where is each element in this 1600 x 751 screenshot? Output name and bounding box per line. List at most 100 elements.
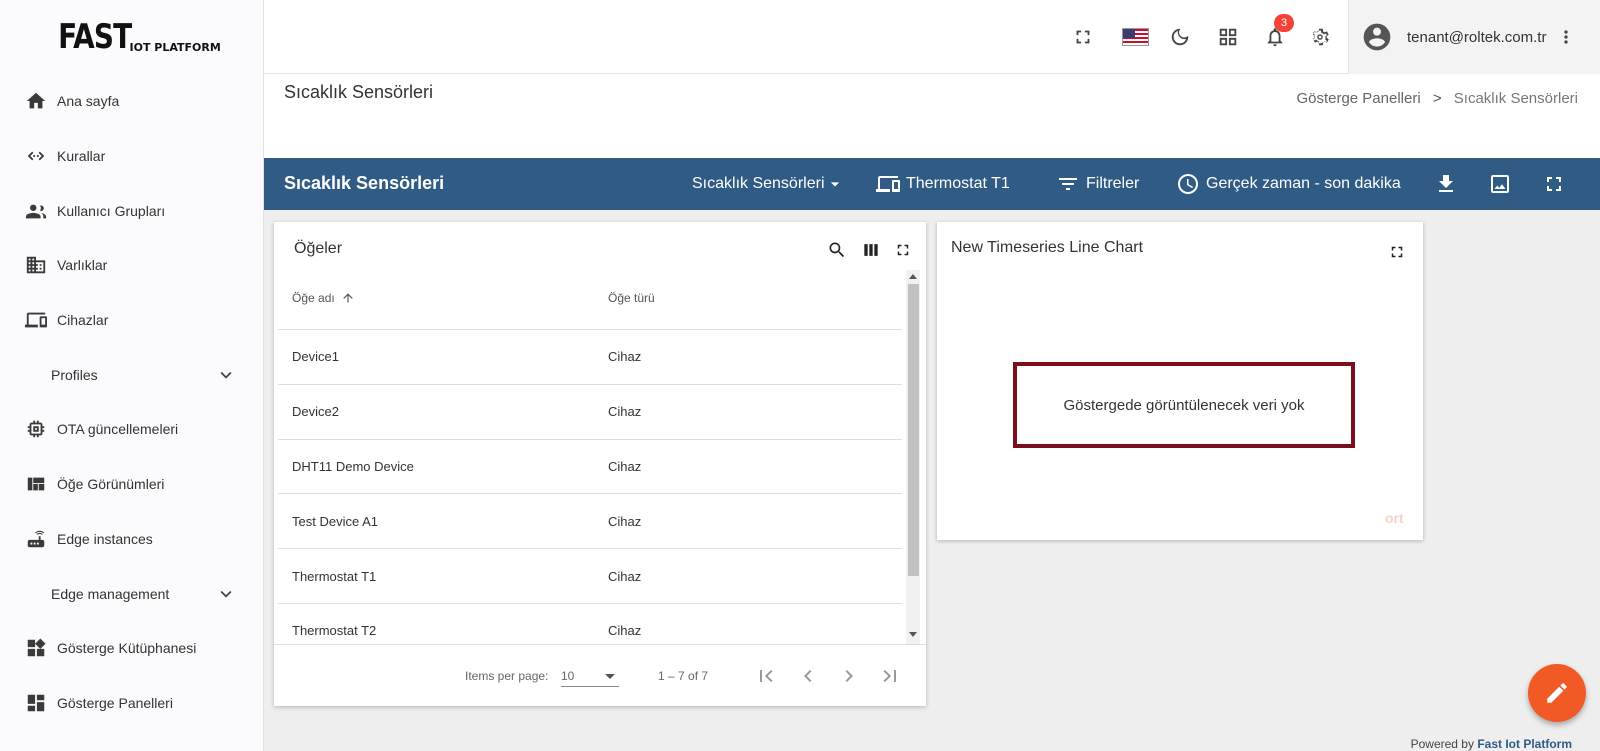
table-paginator: Items per page: 10 1 – 7 of 7 bbox=[274, 644, 926, 706]
sidebar-item-label: Ana sayfa bbox=[57, 93, 120, 110]
view-quilt-icon bbox=[24, 472, 48, 496]
table-viewport[interactable]: Öğe adı Öğe türü Device1 Cihaz Device2 Cih… bbox=[274, 266, 926, 644]
column-header-label: Öğe türü bbox=[608, 290, 655, 305]
sidebar-item-devices[interactable]: Cihazlar bbox=[0, 293, 263, 348]
timewindow-button[interactable]: Gerçek zaman - son dakika bbox=[1176, 158, 1401, 210]
arrow-drop-down-icon bbox=[830, 182, 839, 187]
chevron-down-icon bbox=[220, 590, 232, 598]
widgets-icon bbox=[24, 636, 48, 660]
table-row[interactable]: Thermostat T2 Cihaz bbox=[278, 604, 902, 644]
logo[interactable]: FAST IOT PLATFORM bbox=[0, 0, 263, 74]
fullscreen-icon[interactable] bbox=[1070, 24, 1096, 50]
sort-arrow-up-icon bbox=[343, 292, 353, 303]
cell-type: Cihaz bbox=[608, 513, 642, 529]
sidebar-item-assets[interactable]: Varlıklar bbox=[0, 238, 263, 293]
scroll-down-arrow-icon[interactable] bbox=[909, 632, 917, 637]
cell-type: Cihaz bbox=[608, 349, 642, 365]
column-header-name[interactable]: Öğe adı bbox=[278, 291, 608, 305]
first-page-button[interactable] bbox=[752, 662, 780, 690]
edit-pencil-icon bbox=[1547, 683, 1567, 703]
scroll-up-arrow-icon[interactable] bbox=[909, 274, 917, 279]
chevron-right-icon bbox=[845, 670, 853, 682]
apps-grid-icon[interactable] bbox=[1215, 24, 1241, 50]
page-size-value: 10 bbox=[561, 669, 575, 683]
image-icon bbox=[1491, 175, 1509, 193]
clock-icon bbox=[1178, 174, 1198, 194]
building-icon bbox=[24, 253, 48, 277]
sidebar-item-label: Öğe Görünümleri bbox=[57, 476, 165, 493]
next-page-button[interactable] bbox=[835, 662, 863, 690]
cell-name: Thermostat T2 bbox=[292, 623, 377, 639]
sidebar-item-entity-views[interactable]: Öğe Görünümleri bbox=[0, 457, 263, 512]
sidebar-item-ota-updates[interactable]: OTA güncellemeleri bbox=[0, 402, 263, 457]
entities-table-widget: Öğeler Öğe adı Öğe türü Device1 Cihaz Dev… bbox=[274, 222, 926, 706]
breadcrumb-current: Sıcaklık Sensörleri bbox=[1453, 90, 1578, 107]
table-scrollbar-thumb[interactable] bbox=[908, 284, 919, 576]
user-email: tenant@roltek.com.tr bbox=[1407, 28, 1547, 46]
sidebar-item-label: Varlıklar bbox=[57, 257, 108, 274]
sidebar-item-widget-library[interactable]: Gösterge Kütüphanesi bbox=[0, 621, 263, 676]
sidebar-group-profiles[interactable]: Profiles bbox=[0, 347, 263, 402]
powered-prefix: Powered by bbox=[1410, 737, 1474, 751]
table-row[interactable]: Device2 Cihaz bbox=[278, 385, 902, 440]
devices-icon bbox=[24, 308, 48, 332]
dashboard-fullscreen-button[interactable] bbox=[1542, 158, 1566, 210]
cell-type: Cihaz bbox=[608, 623, 642, 639]
cell-name: Test Device A1 bbox=[292, 513, 378, 529]
edit-dashboard-button[interactable] bbox=[1528, 664, 1586, 722]
cell-type: Cihaz bbox=[608, 568, 642, 584]
page-size-select[interactable]: 10 bbox=[561, 665, 619, 687]
settings-icon[interactable] bbox=[1307, 24, 1333, 50]
sidebar-item-user-groups[interactable]: Kullanıcı Grupları bbox=[0, 183, 263, 238]
state-select-label: Sıcaklık Sensörleri bbox=[692, 175, 825, 192]
more-vert-icon[interactable] bbox=[1556, 25, 1576, 49]
avatar-icon[interactable] bbox=[1361, 21, 1393, 53]
us-flag-icon[interactable] bbox=[1122, 28, 1149, 46]
sidebar-item-home[interactable]: Ana sayfa bbox=[0, 74, 263, 129]
export-image-button[interactable] bbox=[1488, 158, 1512, 210]
page-title: Sıcaklık Sensörleri bbox=[284, 82, 434, 102]
first-page-icon bbox=[760, 670, 773, 682]
fullscreen-icon[interactable] bbox=[1385, 240, 1409, 264]
table-row[interactable]: DHT11 Demo Device Cihaz bbox=[278, 440, 902, 495]
sidebar-item-edge-instances[interactable]: Edge instances bbox=[0, 512, 263, 567]
sidebar-item-label: Gösterge Panelleri bbox=[57, 694, 173, 711]
dropdown-caret-icon bbox=[605, 674, 615, 679]
filters-button[interactable]: Filtreler bbox=[1056, 158, 1139, 210]
chevron-left-icon bbox=[804, 670, 812, 682]
dashboard-icon bbox=[24, 691, 48, 715]
logo-text: FAST bbox=[58, 17, 132, 57]
sidebar-group-edge-management[interactable]: Edge management bbox=[0, 566, 263, 621]
table-row[interactable]: Thermostat T1 Cihaz bbox=[278, 549, 902, 604]
powered-brand-link[interactable]: Fast Iot Platform bbox=[1477, 737, 1572, 751]
user-menu-area[interactable]: tenant@roltek.com.tr bbox=[1348, 0, 1600, 74]
download-button[interactable] bbox=[1434, 158, 1458, 210]
cell-name: Device2 bbox=[292, 404, 339, 420]
notification-badge: 3 bbox=[1274, 14, 1294, 32]
last-page-button[interactable] bbox=[876, 662, 904, 690]
breadcrumb-separator: > bbox=[1432, 90, 1442, 107]
dashboard-state-select[interactable]: Sıcaklık Sensörleri bbox=[692, 158, 845, 210]
previous-page-button[interactable] bbox=[794, 662, 822, 690]
page-range-label: 1 – 7 of 7 bbox=[658, 669, 709, 683]
fullscreen-icon[interactable] bbox=[891, 238, 915, 262]
page-header: Sıcaklık Sensörleri Gösterge Panelleri >… bbox=[264, 74, 1600, 158]
table-row[interactable]: Device1 Cihaz bbox=[278, 330, 902, 385]
user-groups-icon bbox=[24, 199, 48, 223]
fullscreen-icon bbox=[1547, 177, 1561, 191]
table-row[interactable]: Test Device A1 Cihaz bbox=[278, 494, 902, 550]
dark-mode-icon[interactable] bbox=[1167, 24, 1193, 50]
sidebar-item-label: OTA güncellemeleri bbox=[57, 421, 179, 438]
sidebar-item-rules[interactable]: Kurallar bbox=[0, 129, 263, 184]
no-data-message: Göstergede görüntülenecek veri yok bbox=[1013, 362, 1355, 448]
entity-alias-label: Thermostat T1 bbox=[906, 175, 1010, 192]
sidebar-item-dashboards[interactable]: Gösterge Panelleri bbox=[0, 676, 263, 731]
columns-icon[interactable] bbox=[859, 238, 883, 262]
cell-type: Cihaz bbox=[608, 458, 642, 474]
entity-alias-button[interactable]: Thermostat T1 bbox=[876, 158, 1010, 210]
search-icon[interactable] bbox=[825, 238, 849, 262]
breadcrumb-link-dashboards[interactable]: Gösterge Panelleri bbox=[1296, 90, 1420, 107]
table-header-row: Öğe adı Öğe türü bbox=[278, 266, 902, 330]
entities-table: Öğe adı Öğe türü Device1 Cihaz Device2 Cih… bbox=[278, 266, 902, 644]
column-header-type[interactable]: Öğe türü bbox=[608, 291, 655, 305]
